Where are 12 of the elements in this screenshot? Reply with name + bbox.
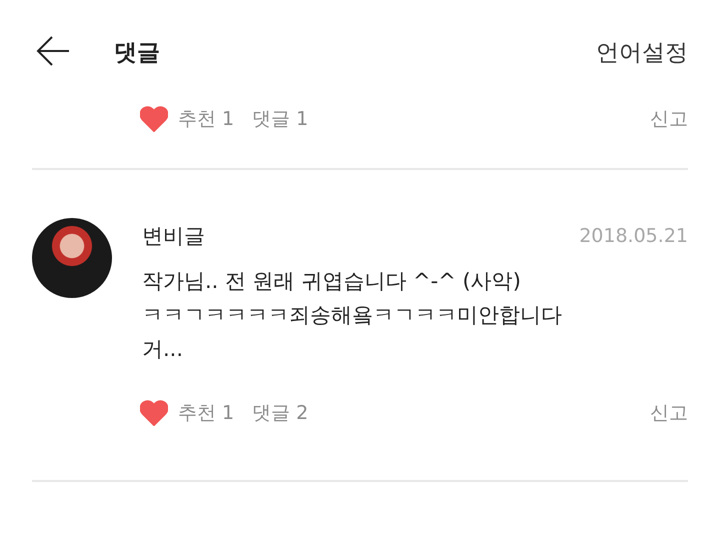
comment-date: 2018.05.21 (579, 225, 688, 247)
replies-button[interactable]: 댓글 1 (252, 106, 308, 132)
page-title: 댓글 (114, 38, 161, 68)
language-settings-button[interactable]: 언어설정 (596, 36, 688, 68)
comment-text: 작가님.. 전 원래 귀엽습니다 ^-^ (사악) ㅋㅋㄱㅋㅋㅋㅋ죄송해욬ㅋㄱㅋㅋ미안합니다 거... (142, 268, 563, 363)
comment-author: 변비글 (142, 223, 205, 250)
like-button[interactable]: 추천 1 (140, 400, 234, 426)
back-arrow-icon (36, 36, 70, 66)
report-button[interactable]: 신고 (650, 400, 688, 426)
replies-button[interactable]: 댓글 2 (252, 400, 308, 426)
like-button[interactable]: 추천 1 (140, 106, 234, 132)
report-button[interactable]: 신고 (650, 106, 688, 132)
